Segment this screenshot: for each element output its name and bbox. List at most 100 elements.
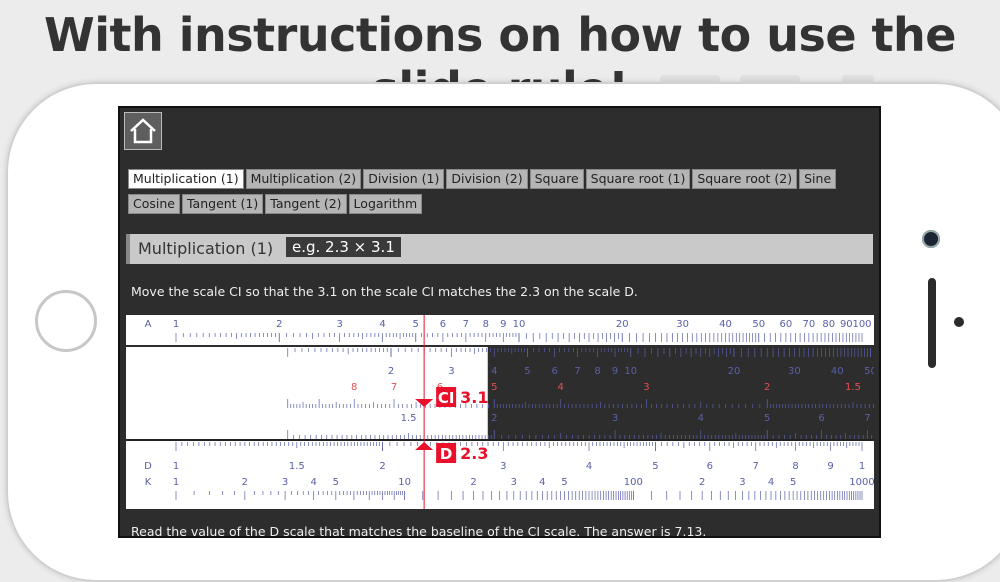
home-icon-glyph [130,118,156,144]
c-scale-tick-label: 1.5 [401,413,417,424]
phone-sensor [954,317,964,327]
d-scale-tick-label: 2 [379,461,385,472]
a-scale-tick-label: 40 [719,319,732,330]
ci-marker-letter: CI [438,389,455,407]
a-scale-tick-label: 10 [513,319,526,330]
c-scale-tick-label: 4 [698,413,704,424]
phone-home-button[interactable] [35,290,97,352]
k-scale-tick-label: 2 [699,477,705,488]
d-scale-tick-label: 1 [859,461,865,472]
d-scale-tick-label: 1 [173,461,179,472]
k-scale-label: K [145,477,152,488]
b-scale-tick-label: 6 [551,366,557,377]
a-scale-tick-label: 8 [483,319,489,330]
ci-scale-tick-label: 1.5 [845,382,861,393]
tab-sine[interactable]: Sine [799,169,837,189]
d-scale-label: D [144,461,152,472]
ci-scale-tick-label: 5 [491,382,497,393]
instruction-step1: Move the scale CI so that the 3.1 on the… [131,284,638,299]
a-scale-tick-label: 100 [852,319,871,330]
stator-bottom [126,441,874,509]
a-scale-label: A [145,319,152,330]
tab-multiplication-2[interactable]: Multiplication (2) [245,169,362,189]
a-scale-tick-label: 60 [780,319,793,330]
tab-tangent-1[interactable]: Tangent (1) [181,194,264,214]
slide-rule[interactable]: 1 2 3 4 5 6 7 8 9 10 20 30 40 50 60 70 80 90 100A2 3 4 5 6 7 8 9 1… [126,315,874,509]
instruction-step2: Read the value of the D scale that match… [131,524,707,538]
a-scale-tick-label: 50 [752,319,765,330]
ci-marker-value: 3.1 [460,388,488,407]
ci-scale-tick-label: 8 [351,382,357,393]
phone-camera [922,230,940,248]
tab-square[interactable]: Square [529,169,584,189]
k-scale-tick-label: 4 [768,477,774,488]
k-scale-tick-label: 10 [398,477,411,488]
app-screen: Multiplication (1) Multiplication (2) Divi… [118,106,881,538]
tab-square-root-1[interactable]: Square root (1) [585,169,691,189]
tab-multiplication-1[interactable]: Multiplication (1) [128,169,244,189]
d-scale-tick-label: 8 [792,461,798,472]
topic-tabs: Multiplication (1) Multiplication (2) Divi… [128,168,868,218]
d-scale-tick-label: 9 [827,461,833,472]
b-scale-tick-label: 5 [524,366,530,377]
a-scale-tick-label: 90 [840,319,853,330]
k-scale-tick-label: 2 [242,477,248,488]
b-scale-tick-label: 9 [612,366,618,377]
d-scale-tick-label: 1.5 [289,461,305,472]
a-scale-tick-label: 30 [676,319,689,330]
a-scale-tick-label: 20 [616,319,629,330]
home-icon[interactable] [124,112,162,150]
b-scale-tick-label: 40 [831,366,844,377]
d-marker-letter: D [440,445,452,463]
k-scale-tick-label: 3 [282,477,288,488]
a-scale-tick-label: 80 [822,319,835,330]
tab-division-1[interactable]: Division (1) [363,169,445,189]
b-scale-tick-label: 8 [594,366,600,377]
d-scale-tick-label: 3 [500,461,506,472]
b-scale-tick-label: 2 [388,366,394,377]
k-scale-tick-label: 1000 [849,477,874,488]
tab-logarithm[interactable]: Logarithm [348,194,423,214]
k-scale-tick-label: 1 [173,477,179,488]
d-scale-tick-label: 4 [586,461,592,472]
a-scale-tick-label: 9 [500,319,506,330]
d-scale-tick-label: 5 [652,461,658,472]
c-scale-tick-label: 2 [491,413,497,424]
tab-cosine[interactable]: Cosine [128,194,180,214]
b-scale-tick-label: 3 [448,366,454,377]
b-scale-tick-label: 10 [624,366,637,377]
section-example: e.g. 2.3 × 3.1 [286,237,401,257]
k-scale-tick-label: 4 [539,477,545,488]
d-scale-tick-label: 6 [707,461,713,472]
a-scale-tick-label: 1 [173,319,179,330]
a-scale-tick-label: 70 [803,319,816,330]
tab-tangent-2[interactable]: Tangent (2) [265,194,347,214]
b-scale-tick-label: 30 [788,366,801,377]
section-header: Multiplication (1) e.g. 2.3 × 3.1 [126,234,873,264]
a-scale-tick-label: 4 [379,319,385,330]
c-scale-tick-label: 7 [864,413,870,424]
phone-speaker [928,278,936,368]
k-scale-tick-label: 4 [310,477,316,488]
a-scale-tick-label: 7 [463,319,469,330]
k-scale-tick-label: 5 [561,477,567,488]
ci-scale-tick-label: 4 [558,382,564,393]
a-scale-tick-label: 6 [440,319,446,330]
tab-square-root-2[interactable]: Square root (2) [692,169,798,189]
c-scale-tick-label: 3 [612,413,618,424]
b-scale-tick-label: 50 [864,366,874,377]
c-scale-tick-label: 6 [818,413,824,424]
tab-division-2[interactable]: Division (2) [446,169,528,189]
k-scale-tick-label: 5 [790,477,796,488]
c-scale-tick-label: 5 [764,413,770,424]
ci-scale-tick-label: 7 [391,382,397,393]
k-scale-tick-label: 3 [739,477,745,488]
k-scale-tick-label: 3 [511,477,517,488]
a-scale-tick-label: 5 [413,319,419,330]
slide-body [126,347,488,439]
b-scale-tick-label: 4 [491,366,497,377]
d-scale-tick-label: 7 [753,461,759,472]
k-scale-tick-label: 5 [333,477,339,488]
ci-scale-tick-label: 2 [764,382,770,393]
section-title: Multiplication (1) [138,239,274,258]
